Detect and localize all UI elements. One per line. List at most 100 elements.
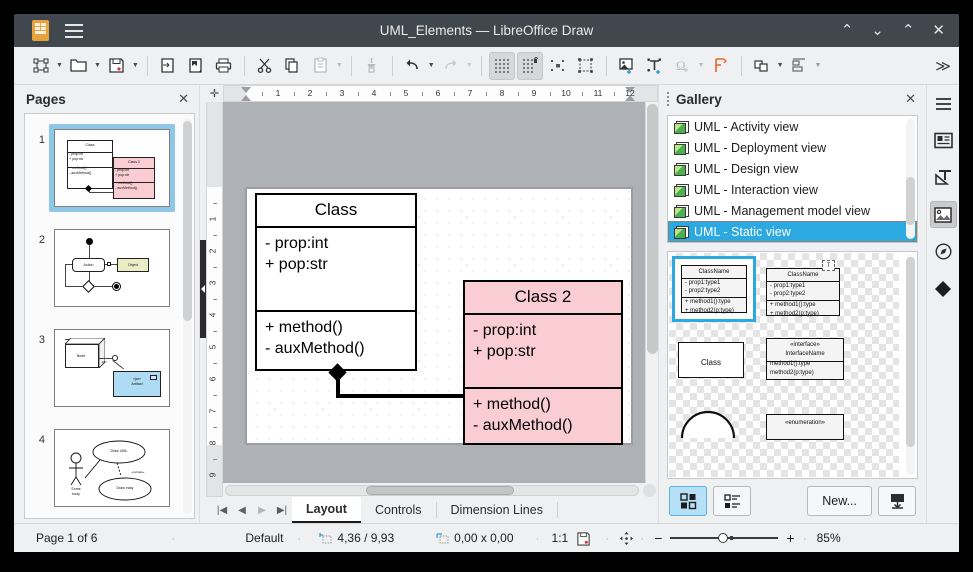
left-margin-marker[interactable] bbox=[241, 87, 252, 101]
insert-image-icon[interactable] bbox=[614, 52, 640, 80]
vertical-ruler[interactable]: 1 2 3 4 5 6 7 8 9 bbox=[206, 102, 223, 497]
list-view-icon[interactable] bbox=[713, 486, 751, 516]
gallery-theme-activity-view[interactable]: UML - Activity view bbox=[668, 116, 917, 137]
arrange-dropdown-icon[interactable]: ▼ bbox=[777, 62, 784, 69]
gallery-item-classname-2[interactable]: ClassName - prop1:type1 - prop2:type2 + … bbox=[764, 260, 846, 320]
export-pdf-icon[interactable] bbox=[155, 52, 181, 80]
ruler-origin-icon[interactable]: ✛ bbox=[206, 85, 223, 102]
zoom-slider[interactable] bbox=[670, 532, 779, 544]
hamburger-menu-icon[interactable] bbox=[65, 23, 83, 38]
grid-snap-icon[interactable] bbox=[516, 51, 543, 80]
save-dropdown-icon[interactable]: ▼ bbox=[132, 62, 139, 69]
uml-class-box-2[interactable]: Class 2 - prop:int + pop:str + method() … bbox=[463, 280, 623, 445]
grid-icon[interactable] bbox=[488, 51, 515, 80]
drawing-page[interactable]: Class - prop:int + pop:str + method() - … bbox=[245, 187, 633, 445]
hamburger-menu-icon[interactable] bbox=[930, 90, 957, 117]
gallery-theme-deployment-view[interactable]: UML - Deployment view bbox=[668, 137, 917, 158]
maximize-icon[interactable]: ⌃ bbox=[902, 23, 915, 38]
open-dropdown-icon[interactable]: ▼ bbox=[94, 62, 101, 69]
folder-open-icon[interactable] bbox=[66, 52, 92, 80]
text-tool-handle-icon: T bbox=[822, 260, 835, 271]
redo-dropdown-icon[interactable]: ▼ bbox=[466, 62, 473, 69]
gallery-item-interface[interactable]: «interface» InterfaceName method1():type… bbox=[764, 334, 850, 394]
align-dropdown-icon[interactable]: ▼ bbox=[815, 62, 822, 69]
restore-icon[interactable]: ⌃ bbox=[841, 23, 854, 38]
canvas-vertical-scrollbar[interactable] bbox=[645, 102, 658, 483]
minimize-icon[interactable]: ⌄ bbox=[871, 23, 884, 38]
document-modified-icon[interactable] bbox=[576, 531, 591, 546]
master-slide-name[interactable]: Default bbox=[245, 531, 283, 545]
paintbrush-icon[interactable] bbox=[359, 52, 385, 80]
hruler-tick bbox=[614, 92, 615, 96]
undo-dropdown-icon[interactable]: ▼ bbox=[428, 62, 435, 69]
display-views-icon[interactable] bbox=[573, 52, 599, 80]
new-doc-dropdown-icon[interactable]: ▼ bbox=[56, 62, 63, 69]
close-icon[interactable]: ✕ bbox=[901, 91, 920, 107]
scissors-icon[interactable] bbox=[252, 52, 278, 80]
gallery-item-class[interactable]: Class bbox=[672, 334, 758, 394]
zoom-in-button[interactable]: + bbox=[786, 530, 794, 546]
floppy-save-icon[interactable] bbox=[104, 52, 130, 80]
close-icon[interactable]: ✕ bbox=[174, 91, 193, 107]
canvas-viewport[interactable]: Class - prop:int + pop:str + method() - … bbox=[223, 102, 645, 497]
gallery-theme-list[interactable]: UML - Activity view UML - Deployment vie… bbox=[667, 115, 918, 243]
last-page-icon[interactable]: ▶| bbox=[272, 497, 292, 523]
arrange-shapes-icon[interactable] bbox=[749, 52, 775, 80]
canvas-horizontal-scrollbar[interactable] bbox=[225, 485, 639, 496]
zoom-out-button[interactable]: − bbox=[654, 530, 662, 546]
next-page-icon[interactable]: ▶ bbox=[252, 497, 272, 523]
previous-page-icon[interactable]: ◀ bbox=[232, 497, 252, 523]
printer-icon[interactable] bbox=[211, 52, 237, 80]
fit-page-icon[interactable] bbox=[619, 531, 634, 546]
icon-view-icon[interactable] bbox=[669, 486, 707, 516]
page-thumb-activity-diagram[interactable]: 2 Action Object bbox=[25, 220, 194, 320]
scale-ratio[interactable]: 1:1 bbox=[552, 531, 569, 545]
pages-scrollbar[interactable] bbox=[183, 118, 192, 514]
page-thumb-class-diagram[interactable]: 1 Class - prop:int + pop:str + method() … bbox=[25, 120, 194, 220]
redo-arrow-icon[interactable] bbox=[438, 52, 464, 80]
gallery-list-scrollbar[interactable] bbox=[906, 119, 915, 239]
gallery-theme-interaction-view[interactable]: UML - Interaction view bbox=[668, 179, 917, 200]
gallery-item-classname-selected[interactable]: ClassName - prop1:type1 - prop2:type2 + … bbox=[672, 256, 756, 322]
close-icon[interactable]: ✕ bbox=[932, 23, 945, 38]
gallery-item-arc[interactable] bbox=[674, 402, 760, 442]
align-objects-icon[interactable] bbox=[787, 52, 813, 80]
new-doc-icon[interactable] bbox=[28, 52, 54, 80]
gallery-image-icon[interactable] bbox=[929, 201, 957, 228]
tab-controls[interactable]: Controls bbox=[361, 497, 436, 523]
properties-panel-icon[interactable] bbox=[930, 127, 957, 154]
clipboard-paste-icon[interactable] bbox=[308, 52, 334, 80]
export-icon[interactable] bbox=[183, 52, 209, 80]
gallery-thumbnail-grid[interactable]: ClassName - prop1:type1 - prop2:type2 + … bbox=[667, 251, 918, 479]
pages-list[interactable]: 1 Class - prop:int + pop:str + method() … bbox=[24, 113, 195, 519]
fontwork-icon[interactable] bbox=[708, 52, 734, 80]
omega-icon[interactable]: Ω bbox=[670, 52, 696, 80]
uml-class-box-1[interactable]: Class - prop:int + pop:str + method() - … bbox=[255, 193, 417, 371]
gallery-theme-management-model-view[interactable]: UML - Management model view bbox=[668, 200, 917, 221]
gallery-theme-static-view[interactable]: UML - Static view bbox=[668, 221, 917, 242]
page-thumb-usecase-diagram[interactable]: 4 Some body Draw UML Draw easy «include» bbox=[25, 420, 194, 518]
gallery-thumbnails-scrollbar[interactable] bbox=[906, 255, 915, 475]
tab-layout[interactable]: Layout bbox=[292, 497, 361, 523]
copy-icon[interactable] bbox=[280, 52, 306, 80]
text-box-icon[interactable] bbox=[642, 52, 668, 80]
page-thumb-deployment-diagram[interactable]: 3 Node API «jar» Artifact bbox=[25, 320, 194, 420]
drag-grip-icon[interactable] bbox=[663, 92, 673, 106]
shapes-diamond-icon[interactable] bbox=[930, 275, 957, 302]
toolbar-overflow-icon[interactable]: ≫ bbox=[935, 57, 951, 75]
gallery-theme-design-view[interactable]: UML - Design view bbox=[668, 158, 917, 179]
helplines-icon[interactable] bbox=[545, 52, 571, 80]
paste-dropdown-icon[interactable]: ▼ bbox=[336, 62, 343, 69]
undo-arrow-icon[interactable] bbox=[400, 52, 426, 80]
horizontal-ruler[interactable]: 1 2 3 4 5 6 7 8 9 10 11 12 bbox=[223, 85, 658, 102]
zoom-level[interactable]: 85% bbox=[817, 531, 841, 545]
compass-navigator-icon[interactable] bbox=[930, 238, 957, 265]
new-theme-button[interactable]: New... bbox=[807, 486, 872, 516]
uml-class1-title: Class bbox=[257, 195, 415, 228]
tab-dimension-lines[interactable]: Dimension Lines bbox=[437, 497, 557, 523]
character-text-icon[interactable] bbox=[930, 164, 957, 191]
insert-object-icon[interactable] bbox=[878, 486, 916, 516]
first-page-icon[interactable]: |◀ bbox=[212, 497, 232, 523]
gallery-item-enumeration[interactable]: «enumeration» bbox=[764, 410, 850, 450]
special-char-dropdown-icon[interactable]: ▼ bbox=[698, 62, 705, 69]
